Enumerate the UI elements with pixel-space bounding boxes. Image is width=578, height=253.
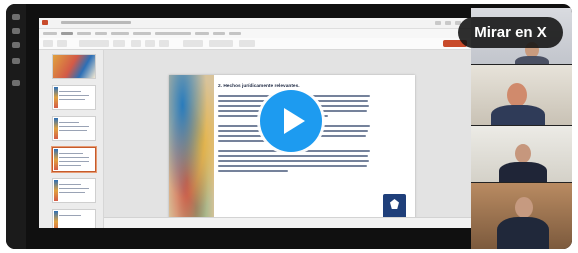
chat-icon[interactable] [12, 14, 20, 20]
thumb-text [59, 99, 85, 100]
participant-4-head [515, 197, 533, 218]
thumb-text [59, 153, 83, 154]
participant-3-head [515, 144, 531, 163]
font-selector[interactable] [79, 40, 109, 47]
cover-art [53, 55, 95, 78]
play-icon [284, 108, 305, 134]
tab-ayuda[interactable] [229, 32, 241, 35]
thumb-text [59, 122, 79, 123]
thumb-art [54, 149, 58, 170]
tab-presentacion[interactable] [155, 32, 191, 35]
play-button[interactable] [260, 90, 322, 152]
minimize-icon[interactable] [435, 21, 441, 25]
thumb-text [59, 157, 89, 158]
maximize-icon[interactable] [445, 21, 451, 25]
powerpoint-window: 2. Hechos jurídicamente relevantes. [39, 18, 471, 228]
participant-tile-2[interactable] [471, 65, 572, 125]
thumb-text [59, 91, 81, 92]
drawing-group[interactable] [209, 40, 233, 47]
participant-tile-3[interactable] [471, 126, 572, 182]
underline-icon[interactable] [159, 40, 169, 47]
undo-icon[interactable] [43, 40, 53, 47]
tab-archivo[interactable] [43, 32, 57, 35]
thumb-art [54, 87, 58, 108]
help-icon[interactable] [12, 80, 20, 86]
tab-transiciones[interactable] [111, 32, 129, 35]
tab-insertar[interactable] [77, 32, 91, 35]
thumb-text [59, 184, 81, 185]
thumb-text [59, 95, 89, 96]
italic-icon[interactable] [145, 40, 155, 47]
slide-thumbnail-1[interactable] [52, 54, 96, 79]
slide-notes-bar[interactable] [104, 217, 471, 228]
watch-on-x-button[interactable]: Mirar en X [458, 17, 563, 48]
people-icon[interactable] [12, 28, 20, 34]
bold-icon[interactable] [131, 40, 141, 47]
thumb-text [59, 188, 89, 189]
tab-diseno[interactable] [95, 32, 107, 35]
font-size-selector[interactable] [113, 40, 125, 47]
ribbon-tabs [39, 29, 471, 38]
meeting-side-rail [6, 4, 26, 249]
tab-vista[interactable] [213, 32, 225, 35]
thumb-text [59, 161, 89, 162]
slide-thumbnail-3[interactable] [52, 116, 96, 141]
editing-group[interactable] [239, 40, 255, 47]
apps-icon[interactable] [12, 58, 20, 64]
thumb-text [59, 192, 85, 193]
thumb-art [54, 118, 58, 139]
thumb-text [59, 165, 81, 166]
slide-thumbnail-2[interactable] [52, 85, 96, 110]
paragraph-group[interactable] [183, 40, 203, 47]
participant-2-head [507, 83, 527, 107]
thumb-text [59, 130, 87, 131]
slide-decorative-art [169, 75, 214, 225]
paste-icon[interactable] [57, 40, 67, 47]
slide-heading: 2. Hechos jurídicamente relevantes. [218, 84, 300, 89]
participant-1-body [515, 56, 549, 64]
thumb-text [59, 126, 89, 127]
thumb-text [59, 215, 81, 216]
fiscalia-logo-icon [383, 194, 406, 219]
slide-thumbnail-4-selected[interactable] [52, 147, 96, 172]
tab-animaciones[interactable] [133, 32, 151, 35]
participant-3-body [499, 162, 547, 182]
tab-inicio[interactable] [61, 32, 73, 35]
logo-mark [390, 199, 399, 209]
ribbon-toolbar [39, 38, 471, 50]
calendar-icon[interactable] [12, 42, 20, 48]
slide-thumbnail-6[interactable] [52, 209, 96, 228]
thumb-art [54, 211, 58, 228]
thumb-art [54, 180, 58, 201]
window-title [61, 21, 131, 24]
participant-tile-4[interactable] [471, 183, 572, 249]
slide-thumbnail-5[interactable] [52, 178, 96, 203]
participant-4-body [497, 217, 549, 249]
participant-2-body [491, 105, 545, 125]
tab-revisar[interactable] [195, 32, 209, 35]
slide-thumbnails-panel [39, 50, 104, 228]
title-bar [39, 18, 471, 29]
powerpoint-app-icon [42, 20, 48, 25]
